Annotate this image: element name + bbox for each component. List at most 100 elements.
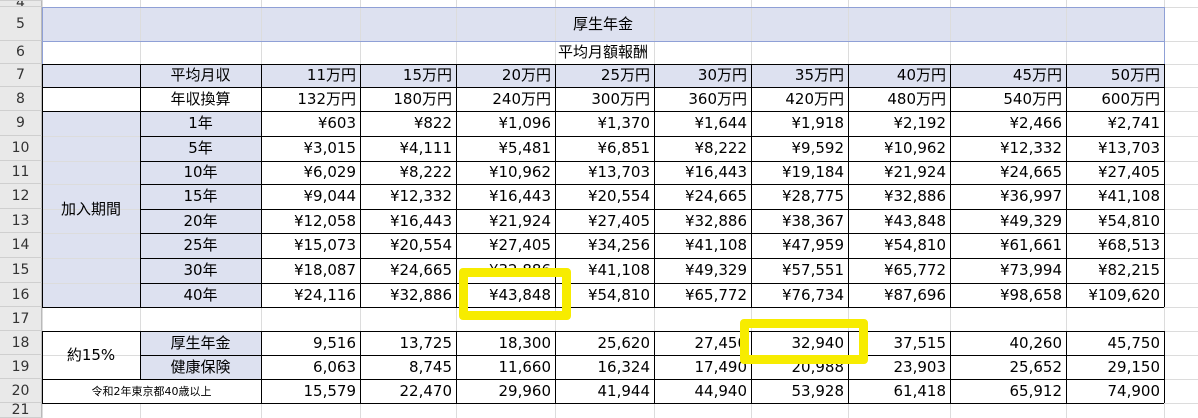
monthly-income-cell[interactable]: 35万円 <box>751 64 848 87</box>
insurance-amount-cell[interactable]: 25,652 <box>950 355 1066 379</box>
pension-amount-cell[interactable]: ¥12,058 <box>261 209 360 233</box>
row-header-21[interactable]: 21 <box>0 403 42 418</box>
pension-amount-cell[interactable]: ¥32,886 <box>360 283 456 307</box>
pension-amount-cell[interactable]: ¥27,405 <box>1066 161 1164 184</box>
annual-income-cell[interactable]: 600万円 <box>1066 87 1164 111</box>
total-amount-cell[interactable]: 53,928 <box>751 379 848 403</box>
pension-amount-cell[interactable]: ¥21,924 <box>456 209 555 233</box>
period-row-label[interactable]: 30年 <box>140 258 261 283</box>
total-amount-cell[interactable]: 22,470 <box>360 379 456 403</box>
pension-amount-cell[interactable]: ¥2,192 <box>848 111 950 136</box>
annual-income-cell[interactable]: 540万円 <box>950 87 1066 111</box>
monthly-income-cell[interactable]: 25万円 <box>555 64 654 87</box>
insurance-amount-cell[interactable]: 40,260 <box>950 331 1066 355</box>
period-row-label[interactable]: 25年 <box>140 233 261 258</box>
pension-amount-cell[interactable]: ¥1,370 <box>555 111 654 136</box>
insurance-amount-cell[interactable]: 45,750 <box>1066 331 1164 355</box>
pension-amount-cell[interactable]: ¥27,405 <box>456 233 555 258</box>
pension-amount-cell[interactable]: ¥68,513 <box>1066 233 1164 258</box>
total-amount-cell[interactable]: 61,418 <box>848 379 950 403</box>
pension-amount-cell[interactable]: ¥1,644 <box>654 111 751 136</box>
pension-amount-cell[interactable]: ¥47,959 <box>751 233 848 258</box>
insurance-amount-cell[interactable]: 27,450 <box>654 331 751 355</box>
pension-amount-cell[interactable]: ¥41,108 <box>654 233 751 258</box>
pension-amount-cell[interactable]: ¥43,848 <box>848 209 950 233</box>
pension-amount-cell[interactable]: ¥87,696 <box>848 283 950 307</box>
insurance-amount-cell[interactable]: 16,324 <box>555 355 654 379</box>
period-row-label[interactable]: 40年 <box>140 283 261 307</box>
total-label-cell[interactable]: 令和2年東京都40歳以上 <box>42 379 261 403</box>
row-header-18[interactable]: 18 <box>0 331 42 355</box>
row-header-15[interactable]: 15 <box>0 258 42 283</box>
row-header-5[interactable]: 5 <box>0 7 42 41</box>
total-amount-cell[interactable]: 74,900 <box>1066 379 1164 403</box>
pension-amount-cell[interactable]: ¥32,886 <box>848 184 950 209</box>
monthly-income-cell[interactable]: 20万円 <box>456 64 555 87</box>
pension-amount-cell[interactable]: ¥41,108 <box>1066 184 1164 209</box>
row-header-7[interactable]: 7 <box>0 64 42 87</box>
pension-amount-cell[interactable]: ¥2,466 <box>950 111 1066 136</box>
pension-amount-cell[interactable]: ¥1,096 <box>456 111 555 136</box>
pension-amount-cell[interactable]: ¥9,044 <box>261 184 360 209</box>
pension-amount-cell[interactable]: ¥49,329 <box>950 209 1066 233</box>
row-header-12[interactable]: 12 <box>0 184 42 209</box>
pension-amount-cell[interactable]: ¥18,087 <box>261 258 360 283</box>
pension-amount-cell[interactable]: ¥19,184 <box>751 161 848 184</box>
period-row-label[interactable]: 1年 <box>140 111 261 136</box>
pension-amount-cell[interactable]: ¥6,029 <box>261 161 360 184</box>
row-header-9[interactable]: 9 <box>0 111 42 136</box>
pension-amount-cell[interactable]: ¥34,256 <box>555 233 654 258</box>
monthly-income-cell[interactable]: 40万円 <box>848 64 950 87</box>
insurance-amount-cell[interactable]: 8,745 <box>360 355 456 379</box>
insurance-amount-cell[interactable]: 9,516 <box>261 331 360 355</box>
insurance-amount-cell[interactable]: 17,490 <box>654 355 751 379</box>
subtitle-cell[interactable]: 平均月額報酬 <box>42 41 1164 64</box>
monthly-income-cell[interactable]: 50万円 <box>1066 64 1164 87</box>
pension-amount-cell[interactable]: ¥15,073 <box>261 233 360 258</box>
pension-amount-cell[interactable]: ¥65,772 <box>848 258 950 283</box>
title-cell[interactable]: 厚生年金 <box>42 7 1164 41</box>
row-header-20[interactable]: 20 <box>0 379 42 403</box>
pension-amount-cell[interactable]: ¥16,443 <box>654 161 751 184</box>
insurance-amount-cell[interactable]: 29,150 <box>1066 355 1164 379</box>
pension-amount-cell[interactable]: ¥10,962 <box>848 136 950 161</box>
pension-amount-cell[interactable]: ¥82,215 <box>1066 258 1164 283</box>
pension-amount-cell[interactable]: ¥38,367 <box>751 209 848 233</box>
annual-income-cell[interactable]: 240万円 <box>456 87 555 111</box>
insurance-row-label[interactable]: 厚生年金 <box>140 331 261 355</box>
row-header-16[interactable]: 16 <box>0 283 42 307</box>
pension-amount-cell[interactable]: ¥49,329 <box>654 258 751 283</box>
row-header-14[interactable]: 14 <box>0 233 42 258</box>
monthly-income-cell[interactable]: 30万円 <box>654 64 751 87</box>
pension-amount-cell[interactable]: ¥8,222 <box>360 161 456 184</box>
pension-amount-cell[interactable]: ¥61,661 <box>950 233 1066 258</box>
pension-amount-cell[interactable]: ¥20,554 <box>360 233 456 258</box>
annual-income-cell[interactable]: 420万円 <box>751 87 848 111</box>
pension-amount-cell[interactable]: ¥1,918 <box>751 111 848 136</box>
pension-amount-cell[interactable]: ¥2,741 <box>1066 111 1164 136</box>
row-header-19[interactable]: 19 <box>0 355 42 379</box>
pension-amount-cell[interactable]: ¥98,658 <box>950 283 1066 307</box>
annual-label-cell[interactable]: 年収換算 <box>140 87 261 111</box>
pension-amount-cell[interactable]: ¥24,665 <box>950 161 1066 184</box>
pension-amount-cell[interactable]: ¥32,886 <box>654 209 751 233</box>
period-row-label[interactable]: 10年 <box>140 161 261 184</box>
pension-amount-cell[interactable]: ¥65,772 <box>654 283 751 307</box>
pension-amount-cell[interactable]: ¥76,734 <box>751 283 848 307</box>
row-header-11[interactable]: 11 <box>0 161 42 184</box>
pension-amount-cell[interactable]: ¥16,443 <box>360 209 456 233</box>
pension-amount-cell[interactable]: ¥20,554 <box>555 184 654 209</box>
pension-amount-cell[interactable]: ¥603 <box>261 111 360 136</box>
row-header-10[interactable]: 10 <box>0 136 42 161</box>
pension-amount-cell[interactable]: ¥28,775 <box>751 184 848 209</box>
pension-amount-cell[interactable]: ¥21,924 <box>848 161 950 184</box>
pension-amount-cell[interactable]: ¥57,551 <box>751 258 848 283</box>
row-header-6[interactable]: 6 <box>0 41 42 64</box>
insurance-amount-cell[interactable]: 11,660 <box>456 355 555 379</box>
pension-amount-cell[interactable]: ¥73,994 <box>950 258 1066 283</box>
insurance-amount-cell[interactable]: 6,063 <box>261 355 360 379</box>
row-header-13[interactable]: 13 <box>0 209 42 233</box>
pension-amount-cell[interactable]: ¥54,810 <box>1066 209 1164 233</box>
insurance-amount-cell[interactable]: 13,725 <box>360 331 456 355</box>
total-amount-cell[interactable]: 41,944 <box>555 379 654 403</box>
